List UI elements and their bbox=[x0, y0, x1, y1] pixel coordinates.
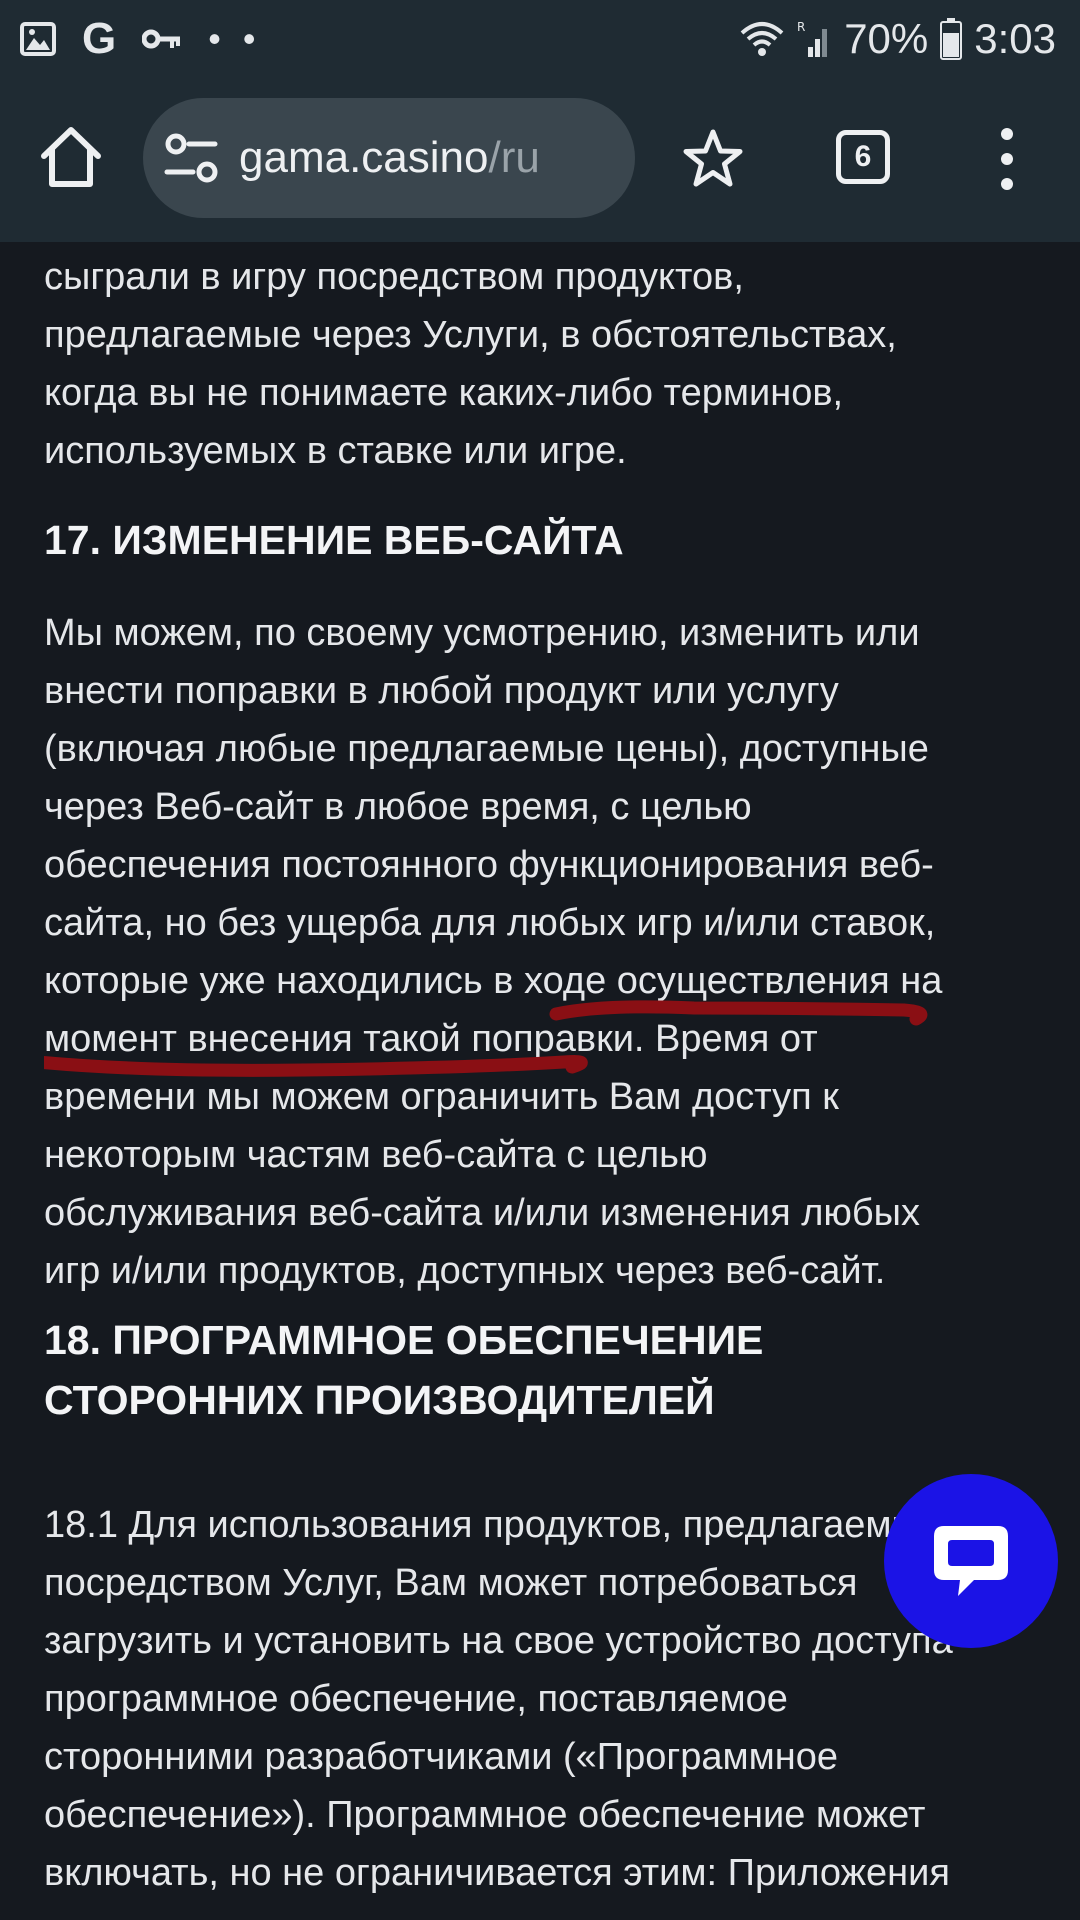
text-line: когда вы не понимаете каких-либо термино… bbox=[44, 372, 844, 414]
text-line: сторонними разработчиками («Программное bbox=[44, 1736, 839, 1778]
text-line: программное обеспечение, поставляемое bbox=[44, 1678, 788, 1720]
section-17-paragraph: Мы можем, по своему усмотрению, изменить… bbox=[44, 604, 942, 1300]
menu-dot-icon bbox=[1001, 128, 1013, 140]
overflow-menu-button[interactable] bbox=[996, 128, 1018, 192]
browser-toolbar: gama.casino/ru 6 bbox=[0, 78, 1080, 242]
url-bar[interactable]: gama.casino/ru bbox=[143, 98, 635, 218]
menu-dot-icon bbox=[1001, 153, 1013, 165]
battery-icon bbox=[940, 18, 963, 60]
text-line: включать, но не ограничивается этим: При… bbox=[44, 1852, 950, 1894]
section-18-heading: 18. ПРОГРАММНОЕ ОБЕСПЕЧЕНИЕ СТОРОННИХ ПР… bbox=[44, 1310, 763, 1430]
text-line: загрузить и установить на свое устройств… bbox=[44, 1620, 953, 1662]
heading-line: СТОРОННИХ ПРОИЗВОДИТЕЛЕЙ bbox=[44, 1377, 715, 1423]
tab-switcher-button[interactable]: 6 bbox=[836, 130, 890, 184]
clock: 3:03 bbox=[974, 15, 1056, 62]
text-line: некоторым частям веб-сайта с целью bbox=[44, 1134, 708, 1176]
text-line: игр и/или продуктов, доступных через веб… bbox=[44, 1250, 886, 1292]
text-line: предлагаемые через Услуги, в обстоятельс… bbox=[44, 314, 897, 356]
status-bar-system: R 70% 3:03 bbox=[740, 12, 1056, 66]
paragraph-previous: сыграли в игру посредством продуктов, пр… bbox=[44, 248, 897, 480]
url-host: gama.casino bbox=[239, 133, 489, 182]
bookmark-button[interactable] bbox=[682, 128, 744, 190]
text-line: которые уже находились в ходе осуществле… bbox=[44, 960, 943, 1002]
text-line: момент внесения такой поправки. Время от bbox=[44, 1018, 818, 1060]
url-path: /ru bbox=[488, 133, 540, 182]
text-line: используемых в ставке или игре. bbox=[44, 430, 627, 472]
url-text[interactable]: gama.casino/ru bbox=[239, 98, 540, 218]
star-icon bbox=[683, 129, 743, 187]
text-line: обеспечение»). Программное обеспечение м… bbox=[44, 1794, 926, 1836]
google-icon: G bbox=[82, 14, 117, 63]
site-settings-icon[interactable] bbox=[163, 132, 221, 184]
image-icon bbox=[20, 22, 56, 56]
text-line: посредством Услуг, Вам может потребовать… bbox=[44, 1562, 858, 1604]
text-line: обеспечения постоянного функционирования… bbox=[44, 844, 934, 886]
text-line: 18.1 Для использования продуктов, предла… bbox=[44, 1504, 938, 1546]
status-bar: G • • R 70% 3:03 bbox=[0, 0, 1080, 78]
home-icon bbox=[41, 127, 101, 187]
text-line: (включая любые предлагаемые цены), досту… bbox=[44, 728, 929, 770]
key-icon bbox=[142, 27, 182, 51]
signal-icon: R bbox=[796, 19, 832, 59]
menu-dot-icon bbox=[1001, 178, 1013, 190]
text-line: сыграли в игру посредством продуктов, bbox=[44, 256, 744, 298]
live-chat-button[interactable] bbox=[884, 1474, 1058, 1648]
text-line: времени мы можем ограничить Вам доступ к bbox=[44, 1076, 839, 1118]
battery-percent: 70% bbox=[844, 15, 929, 62]
text-line: внести поправки в любой продукт или услу… bbox=[44, 670, 839, 712]
svg-text:R: R bbox=[797, 20, 805, 34]
section-18-paragraph: 18.1 Для использования продуктов, предла… bbox=[44, 1496, 953, 1902]
text-line: через Веб-сайт в любое время, с целью bbox=[44, 786, 752, 828]
chat-bubble-icon bbox=[934, 1526, 1008, 1596]
text-line: Мы можем, по своему усмотрению, изменить… bbox=[44, 612, 920, 654]
text-line: обслуживания веб-сайта и/или изменения л… bbox=[44, 1192, 920, 1234]
text-line: сайта, но без ущерба для любых игр и/или… bbox=[44, 902, 936, 944]
more-dots-icon: • • bbox=[208, 18, 262, 59]
heading-line: 18. ПРОГРАММНОЕ ОБЕСПЕЧЕНИЕ bbox=[44, 1317, 764, 1363]
home-button[interactable] bbox=[38, 124, 104, 190]
terms-content: сыграли в игру посредством продуктов, пр… bbox=[44, 242, 1044, 1920]
section-17-heading: 17. ИЗМЕНЕНИЕ ВЕБ-САЙТА bbox=[44, 517, 624, 563]
wifi-icon bbox=[740, 21, 784, 57]
status-bar-notifications: G • • bbox=[20, 12, 261, 66]
